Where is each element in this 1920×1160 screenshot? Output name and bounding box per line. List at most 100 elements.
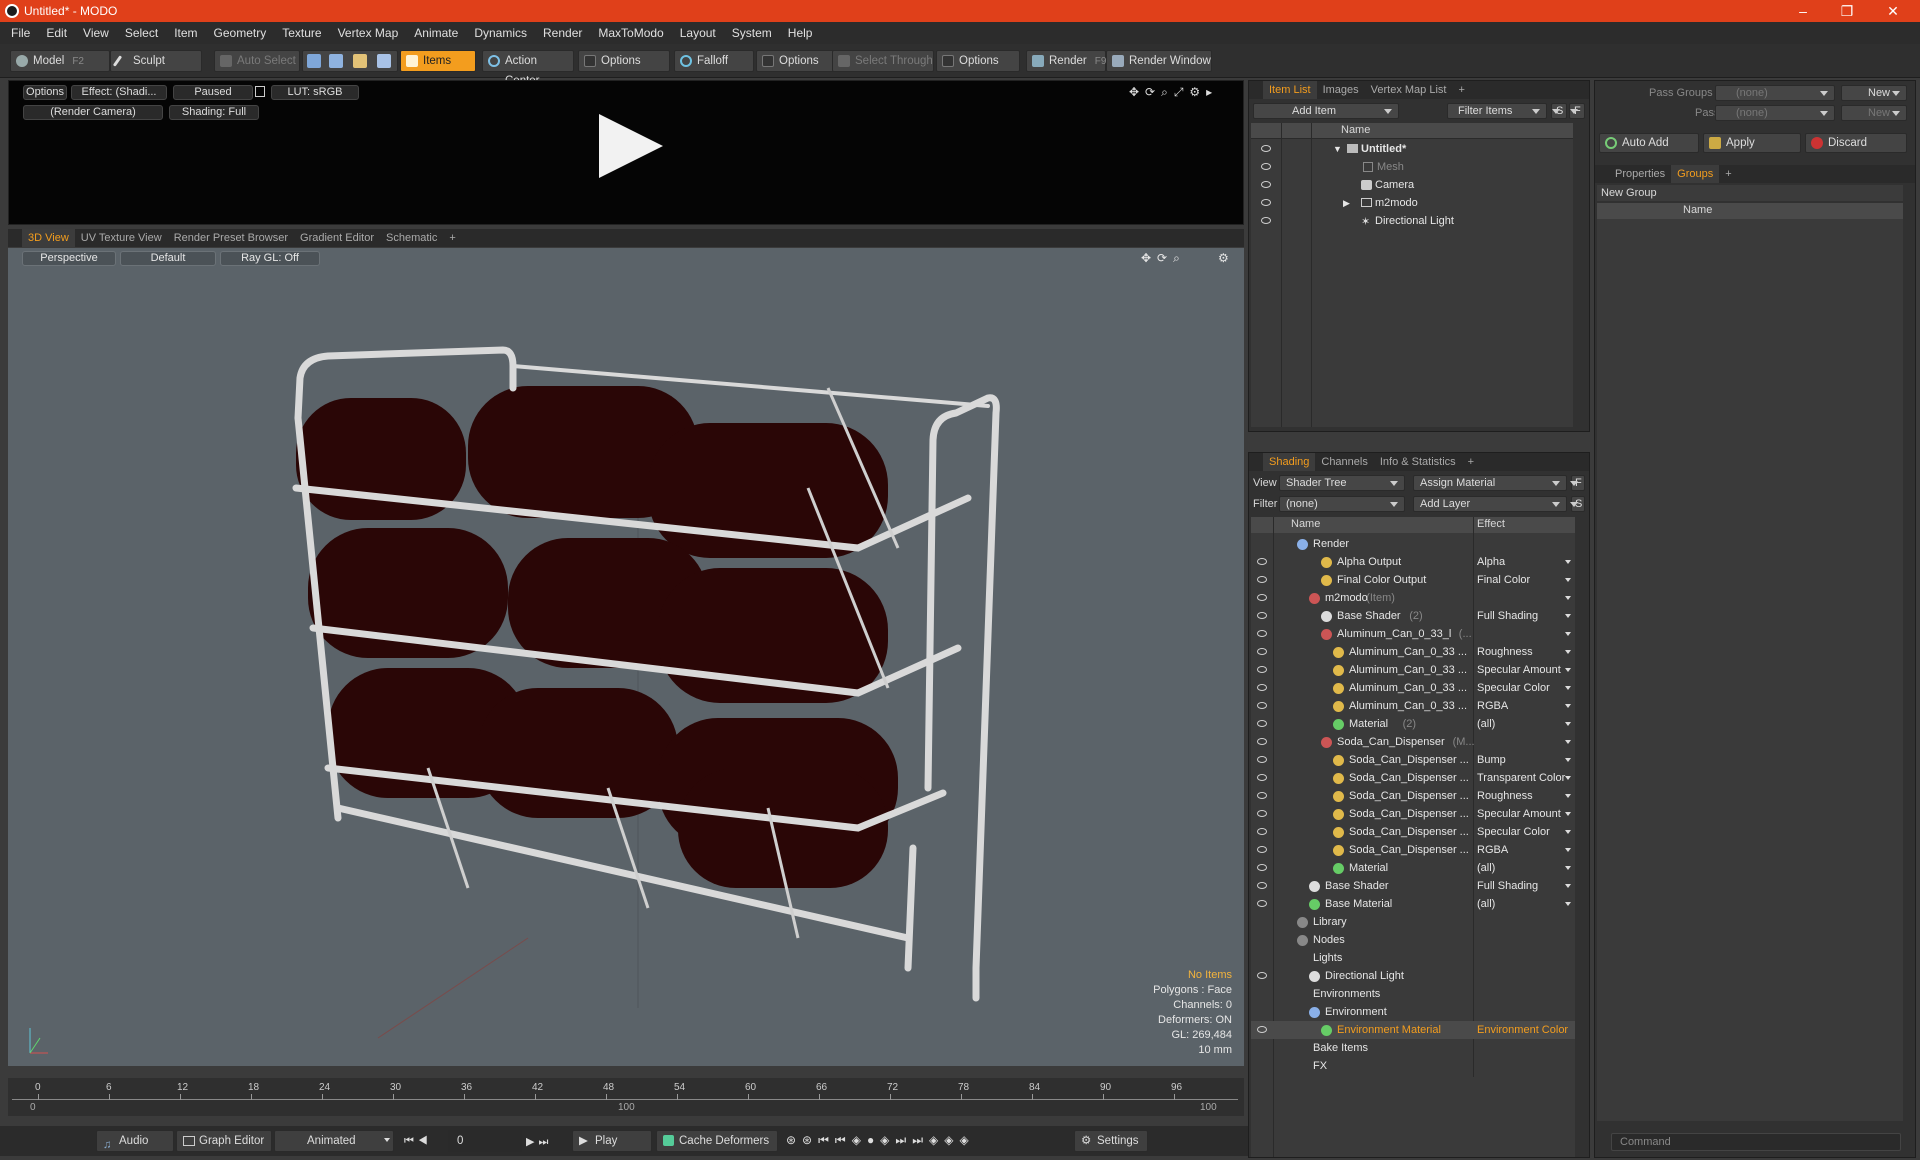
shader-row[interactable]: Environment Material Environment Color xyxy=(1251,1021,1575,1039)
shader-row[interactable]: Aluminum_Can_0_33_l (... xyxy=(1251,625,1575,643)
effect-dropdown[interactable]: Roughness xyxy=(1477,787,1533,805)
shader-row[interactable]: FX xyxy=(1251,1057,1575,1075)
cache-deformers-button[interactable]: Cache Deformers xyxy=(656,1130,778,1152)
menu-dynamics[interactable]: Dynamics xyxy=(466,22,535,44)
effect-dropdown[interactable]: RGBA xyxy=(1477,697,1508,715)
shader-row[interactable]: Environment xyxy=(1251,1003,1575,1021)
shader-row[interactable]: Library xyxy=(1251,913,1575,931)
tab-schematic[interactable]: Schematic xyxy=(380,229,443,247)
action-center-button[interactable]: Action Center xyxy=(482,50,574,87)
effect-dropdown[interactable]: (all) xyxy=(1477,715,1495,733)
eye-icon[interactable] xyxy=(1257,648,1267,655)
auto-add-button[interactable]: Auto Add xyxy=(1599,133,1699,153)
tab-groups[interactable]: Groups xyxy=(1671,165,1720,183)
menu-file[interactable]: File xyxy=(3,22,38,44)
item-row-directional-light[interactable]: ✶ Directional Light xyxy=(1251,212,1573,230)
effect-dropdown[interactable]: Transparent Color xyxy=(1477,769,1565,787)
minimize-button[interactable]: – xyxy=(1788,2,1818,20)
preview-nav-icons[interactable]: ✥⟳⌕⤢⚙▸ xyxy=(1129,85,1218,100)
preview-options-button[interactable]: Options xyxy=(23,85,67,100)
shading-s-button[interactable]: S xyxy=(1570,496,1585,512)
preview-paused-button[interactable]: Paused xyxy=(173,85,253,100)
shader-row[interactable]: Base Shader Full Shading xyxy=(1251,877,1575,895)
menu-edit[interactable]: Edit xyxy=(38,22,75,44)
frame-input[interactable]: 0 xyxy=(448,1130,522,1152)
shader-row[interactable]: Alpha Output Alpha xyxy=(1251,553,1575,571)
eye-icon[interactable] xyxy=(1257,792,1267,799)
menu-help[interactable]: Help xyxy=(780,22,821,44)
add-tab-button[interactable]: + xyxy=(1462,453,1480,471)
close-button[interactable]: ✕ xyxy=(1878,2,1908,20)
skip-next-icons[interactable]: ▶⏭ xyxy=(526,1135,552,1149)
tab-uv-texture-view[interactable]: UV Texture View xyxy=(75,229,168,247)
add-tab-button[interactable]: + xyxy=(1719,165,1737,183)
shader-row[interactable]: Soda_Can_Dispenser (M... xyxy=(1251,733,1575,751)
shading-dropdown[interactable]: Shading: Full xyxy=(169,105,259,120)
add-layer-dropdown[interactable]: Add Layer xyxy=(1413,496,1567,512)
lut-dropdown[interactable]: LUT: sRGB xyxy=(271,85,359,100)
effect-dropdown[interactable]: Bump xyxy=(1477,751,1506,769)
shader-row[interactable]: Soda_Can_Dispenser ... Transparent Color xyxy=(1251,769,1575,787)
eye-icon[interactable] xyxy=(1257,864,1267,871)
eye-icon[interactable] xyxy=(1261,145,1271,152)
shader-row[interactable]: Material (all) xyxy=(1251,859,1575,877)
eye-icon[interactable] xyxy=(1257,630,1267,637)
assign-material-dropdown[interactable]: Assign Material xyxy=(1413,475,1567,491)
effect-dropdown[interactable]: Alpha xyxy=(1477,553,1505,571)
menu-view[interactable]: View xyxy=(75,22,117,44)
eye-icon[interactable] xyxy=(1257,594,1267,601)
keyframe-tools-icons[interactable]: ⊛⊛⏮⏮◈●◈⏭⏭◈◈◈ xyxy=(786,1133,975,1148)
item-row-mesh[interactable]: Mesh xyxy=(1251,158,1573,176)
tab-shading[interactable]: Shading xyxy=(1263,453,1316,471)
tab-gradient-editor[interactable]: Gradient Editor xyxy=(294,229,380,247)
effect-dropdown[interactable]: Specular Amount xyxy=(1477,661,1561,679)
eye-icon[interactable] xyxy=(1261,199,1271,206)
eye-icon[interactable] xyxy=(1261,163,1271,170)
render-camera-dropdown[interactable]: (Render Camera) xyxy=(23,105,163,120)
shader-row[interactable]: Soda_Can_Dispenser ... Specular Amount xyxy=(1251,805,1575,823)
shader-row[interactable]: Base Material (all) xyxy=(1251,895,1575,913)
expand-icon[interactable]: ▶ xyxy=(1343,194,1350,212)
skip-prev-icons[interactable]: ⏮◀ xyxy=(404,1135,432,1148)
shader-row[interactable]: Nodes xyxy=(1251,931,1575,949)
edges-mode-icon[interactable] xyxy=(329,54,343,68)
add-tab-button[interactable]: + xyxy=(443,229,461,247)
effect-dropdown[interactable]: Final Color xyxy=(1477,571,1530,589)
graph-editor-button[interactable]: Graph Editor xyxy=(176,1130,272,1152)
effect-dropdown[interactable]: Full Shading xyxy=(1477,607,1538,625)
eye-icon[interactable] xyxy=(1257,846,1267,853)
menu-texture[interactable]: Texture xyxy=(274,22,329,44)
preview-effect-dropdown[interactable]: Effect: (Shadi... xyxy=(71,85,167,100)
falloff-options-button[interactable]: Options xyxy=(756,50,836,72)
animated-dropdown[interactable]: Animated xyxy=(274,1130,394,1152)
play-icon[interactable] xyxy=(599,114,663,178)
eye-icon[interactable] xyxy=(1257,810,1267,817)
shader-row[interactable]: Aluminum_Can_0_33 ... RGBA xyxy=(1251,697,1575,715)
menu-item[interactable]: Item xyxy=(166,22,205,44)
view-dropdown[interactable]: Shader Tree xyxy=(1279,475,1405,491)
shader-row[interactable]: Bake Items xyxy=(1251,1039,1575,1057)
menu-layout[interactable]: Layout xyxy=(672,22,724,44)
render-window-button[interactable]: Render Window xyxy=(1106,50,1212,72)
effect-dropdown[interactable]: (all) xyxy=(1477,859,1495,877)
tab-info-statistics[interactable]: Info & Statistics xyxy=(1374,453,1462,471)
effect-dropdown[interactable]: (all) xyxy=(1477,895,1495,913)
eye-icon[interactable] xyxy=(1257,900,1267,907)
shader-row[interactable]: Material (2) (all) xyxy=(1251,715,1575,733)
filter-f-button[interactable]: F xyxy=(1569,103,1585,119)
sculpt-mode-button[interactable]: Sculpt xyxy=(110,50,202,72)
render-button[interactable]: Render F9 xyxy=(1026,50,1106,72)
item-row-camera[interactable]: Camera xyxy=(1251,176,1573,194)
menu-vertex-map[interactable]: Vertex Map xyxy=(330,22,407,44)
eye-icon[interactable] xyxy=(1257,612,1267,619)
item-row-untitled[interactable]: ▼ Untitled* xyxy=(1251,140,1573,158)
effect-dropdown[interactable]: Full Shading xyxy=(1477,877,1538,895)
menu-system[interactable]: System xyxy=(724,22,780,44)
eye-icon[interactable] xyxy=(1257,774,1267,781)
falloff-button[interactable]: Falloff xyxy=(674,50,754,72)
tab-channels[interactable]: Channels xyxy=(1315,453,1373,471)
eye-icon[interactable] xyxy=(1257,720,1267,727)
shader-row[interactable]: Aluminum_Can_0_33 ... Specular Color xyxy=(1251,679,1575,697)
eye-icon[interactable] xyxy=(1257,558,1267,565)
eye-icon[interactable] xyxy=(1257,972,1267,979)
